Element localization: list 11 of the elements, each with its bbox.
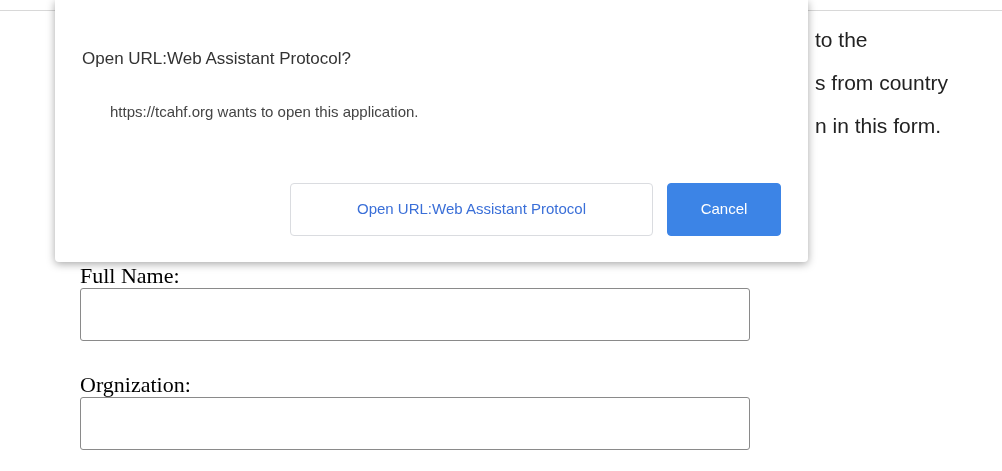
field-label: Orgnization: (80, 373, 191, 397)
input-field[interactable] (80, 397, 750, 450)
open-button[interactable]: Open URL:Web Assistant Protocol (290, 183, 653, 236)
dialog-message: https://tcahf.org wants to open this application. (110, 102, 419, 122)
dialog-title: Open URL:Web Assistant Protocol? (82, 48, 351, 70)
field-label: Full Name: (80, 264, 180, 288)
body-text: s from country (815, 70, 950, 95)
body-text: n in this form. (815, 113, 943, 138)
input-field[interactable] (80, 288, 750, 341)
cancel-button[interactable]: Cancel (667, 183, 781, 236)
body-text: to the (815, 27, 869, 52)
